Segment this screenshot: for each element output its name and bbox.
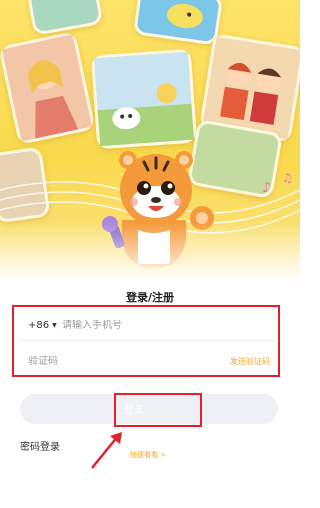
country-code-selector[interactable]: +86 ▼	[18, 320, 62, 331]
login-register-title: 登录/注册	[125, 291, 175, 304]
svg-text:♫: ♫	[282, 171, 293, 185]
send-code-button[interactable]: 发送验证码	[230, 356, 270, 367]
story-card-top-middle	[132, 0, 224, 46]
phone-input[interactable]	[62, 320, 222, 331]
browse-link[interactable]: 随便看看 >	[130, 450, 166, 460]
password-login-link[interactable]: 密码登录	[20, 438, 60, 453]
code-row: 发送验证码	[18, 346, 276, 376]
chevron-down-icon: ▼	[52, 322, 57, 329]
login-button[interactable]	[20, 394, 278, 424]
story-card-princess	[0, 30, 96, 146]
phone-row: +86 ▼	[18, 311, 276, 341]
red-arrow-annotation	[91, 432, 122, 469]
login-button-label: 登录	[124, 405, 144, 416]
story-card-top-left	[26, 0, 104, 36]
svg-text:♪: ♪	[262, 180, 271, 196]
hero-illustration: ♪ ♫	[0, 0, 300, 282]
country-code-label: +86	[28, 320, 50, 331]
story-card-cow	[90, 48, 198, 150]
verification-code-input[interactable]	[28, 355, 178, 367]
hero-fade	[0, 222, 300, 282]
